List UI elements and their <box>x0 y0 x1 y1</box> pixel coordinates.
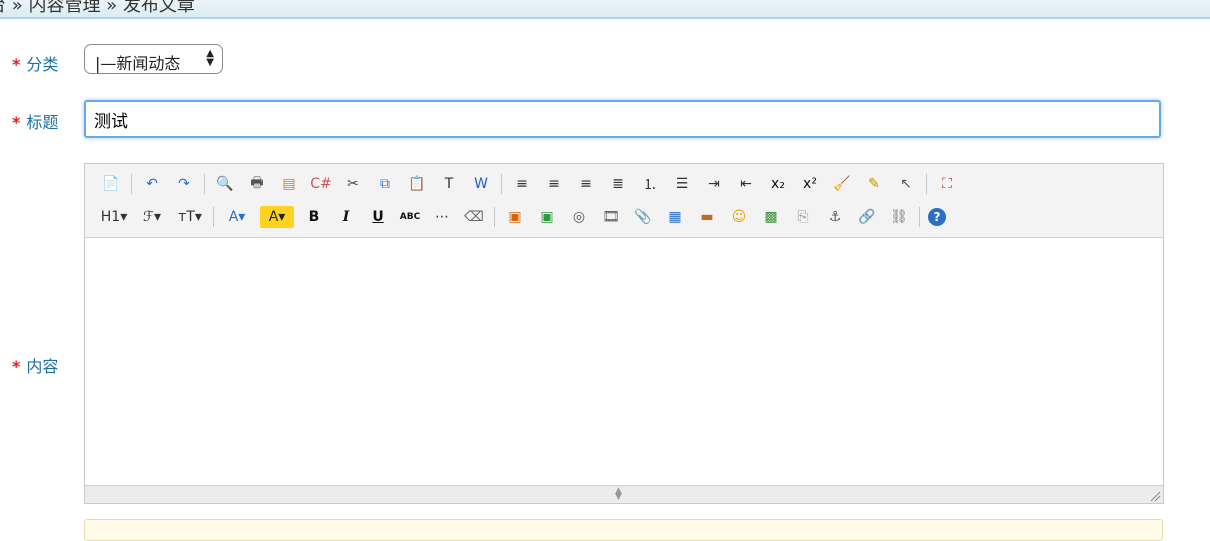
bold-icon[interactable]: B <box>302 206 326 228</box>
paste-icon[interactable]: 📋 <box>405 173 429 195</box>
required-mark: * <box>12 55 21 74</box>
media-icon[interactable]: 🎞 <box>599 206 623 228</box>
content-label-text: 内容 <box>26 357 59 376</box>
select-arrows-icon: ▲ ▼ <box>206 48 214 68</box>
required-mark: * <box>12 357 21 376</box>
category-select-value: |—新闻动态 <box>95 54 181 73</box>
font-size-icon[interactable]: ᴛT▾ <box>175 206 205 228</box>
underline-icon[interactable]: U <box>366 206 390 228</box>
category-label: * 分类 <box>12 51 58 75</box>
toolbar-separator <box>926 174 927 194</box>
rich-text-editor: 📄 ↶ ↷ 🔍 🖶 ▤ C# ✂ ⧉ 📋 T W ≡ ≡ ≡ ≣ ⒈ ☰ ⇥ ⇤ x₂ x² 🧹 ✎ ↖ ⛶ H1▾ ℱ▾ ᴛT▾ A▾… <box>84 163 1164 504</box>
resize-grip-icon[interactable] <box>1149 490 1161 502</box>
toolbar-separator <box>494 207 495 227</box>
flash-icon[interactable]: ◎ <box>567 206 591 228</box>
multi-image-icon[interactable]: ▣ <box>535 206 559 228</box>
toolbar-row-1: 📄 ↶ ↷ 🔍 🖶 ▤ C# ✂ ⧉ 📋 T W ≡ ≡ ≡ ≣ ⒈ ☰ ⇥ ⇤ x₂ x² 🧹 ✎ ↖ ⛶ <box>99 172 967 196</box>
print-icon[interactable]: 🖶 <box>245 173 269 195</box>
category-label-text: 分类 <box>26 55 59 74</box>
title-label: * 标题 <box>12 109 58 133</box>
redo-icon[interactable]: ↷ <box>172 173 196 195</box>
toolbar-row-2: H1▾ ℱ▾ ᴛT▾ A▾ A▾ B I U ABC ⋯ ⌫ ▣ ▣ ◎ 🎞 📎 ▦ ▬ ☺ ▩ ⎘ ⚓ 🔗 ⛓? <box>99 205 954 229</box>
cut-icon[interactable]: ✂ <box>341 173 365 195</box>
clear-format-icon[interactable]: 🧹 <box>830 173 854 195</box>
quick-format-icon[interactable]: ✎ <box>862 173 886 195</box>
align-right-icon[interactable]: ≡ <box>574 173 598 195</box>
help-icon[interactable]: ? <box>928 208 946 226</box>
anchor-icon[interactable]: ⚓ <box>823 206 847 228</box>
toolbar-separator <box>919 207 920 227</box>
table-icon[interactable]: ▦ <box>663 206 687 228</box>
toolbar-separator <box>213 207 214 227</box>
pagebreak-icon[interactable]: ⎘ <box>791 206 815 228</box>
preview-icon[interactable]: 🔍 <box>213 173 237 195</box>
align-justify-icon[interactable]: ≣ <box>606 173 630 195</box>
hint-box <box>84 519 1163 541</box>
heading-icon[interactable]: H1▾ <box>99 206 129 228</box>
select-all-icon[interactable]: ↖ <box>894 173 918 195</box>
top-header-bar: 台 » 内容管理 » 发布文章 <box>0 0 1210 19</box>
toolbar-separator <box>131 174 132 194</box>
template-icon[interactable]: ▤ <box>277 173 301 195</box>
copy-icon[interactable]: ⧉ <box>373 173 397 195</box>
undo-icon[interactable]: ↶ <box>140 173 164 195</box>
image-icon[interactable]: ▣ <box>503 206 527 228</box>
title-input[interactable] <box>84 100 1161 138</box>
indent-icon[interactable]: ⇥ <box>702 173 726 195</box>
superscript-icon[interactable]: x² <box>798 173 822 195</box>
paste-text-icon[interactable]: T <box>437 173 461 195</box>
align-left-icon[interactable]: ≡ <box>510 173 534 195</box>
align-center-icon[interactable]: ≡ <box>542 173 566 195</box>
attachment-icon[interactable]: 📎 <box>631 206 655 228</box>
font-family-icon[interactable]: ℱ▾ <box>137 206 167 228</box>
font-color-icon[interactable]: A▾ <box>222 206 252 228</box>
drag-handle-icon[interactable]: ▲ ▼ <box>615 487 622 502</box>
italic-icon[interactable]: I <box>334 206 358 228</box>
unlink-icon[interactable]: ⛓ <box>887 206 911 228</box>
subscript-icon[interactable]: x₂ <box>766 173 790 195</box>
content-label: * 内容 <box>12 353 58 377</box>
link-icon[interactable]: 🔗 <box>855 206 879 228</box>
editor-content-area[interactable] <box>85 238 1163 486</box>
map-icon[interactable]: ▩ <box>759 206 783 228</box>
horizontal-rule-icon[interactable]: ⋯ <box>430 206 454 228</box>
toolbar-separator <box>501 174 502 194</box>
insert-row-icon[interactable]: ▬ <box>695 206 719 228</box>
outdent-icon[interactable]: ⇤ <box>734 173 758 195</box>
toolbar-separator <box>204 174 205 194</box>
fullscreen-icon[interactable]: ⛶ <box>935 173 959 195</box>
editor-statusbar: ▲ ▼ <box>85 485 1163 503</box>
unordered-list-icon[interactable]: ☰ <box>670 173 694 195</box>
title-label-text: 标题 <box>26 113 59 132</box>
emoticon-icon[interactable]: ☺ <box>727 206 751 228</box>
ordered-list-icon[interactable]: ⒈ <box>638 173 662 195</box>
code-icon[interactable]: C# <box>309 173 333 195</box>
breadcrumb: 台 » 内容管理 » 发布文章 <box>0 0 195 16</box>
category-select[interactable]: |—新闻动态 ▲ ▼ <box>84 44 223 74</box>
source-code-icon[interactable]: 📄 <box>99 173 123 195</box>
paste-word-icon[interactable]: W <box>469 173 493 195</box>
required-mark: * <box>12 113 21 132</box>
editor-toolbar: 📄 ↶ ↷ 🔍 🖶 ▤ C# ✂ ⧉ 📋 T W ≡ ≡ ≡ ≣ ⒈ ☰ ⇥ ⇤ x₂ x² 🧹 ✎ ↖ ⛶ H1▾ ℱ▾ ᴛT▾ A▾… <box>85 164 1163 238</box>
eraser-icon[interactable]: ⌫ <box>462 206 486 228</box>
strikethrough-icon[interactable]: ABC <box>398 206 422 228</box>
highlight-color-icon[interactable]: A▾ <box>260 206 294 228</box>
